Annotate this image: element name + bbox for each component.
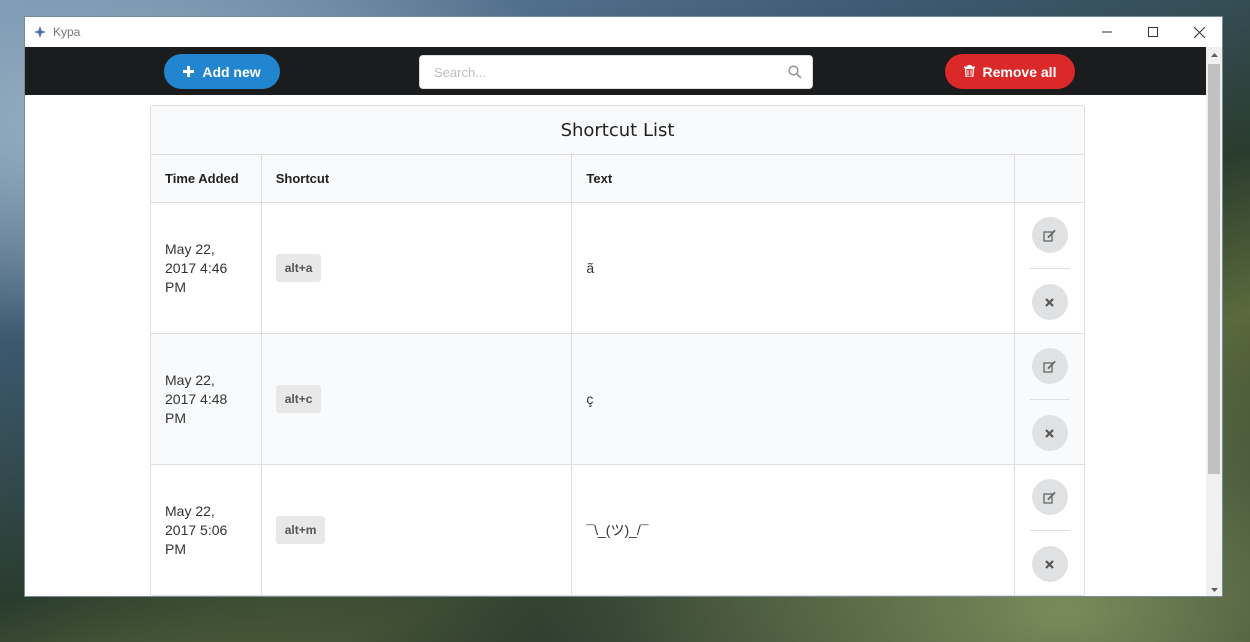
time-line: May 22, xyxy=(165,240,215,257)
minimize-button[interactable] xyxy=(1084,17,1130,47)
shortcut-key-badge: alt+m xyxy=(275,516,326,544)
shortcut-key-badge: alt+a xyxy=(275,254,322,282)
window-title: Kypa xyxy=(53,25,81,39)
close-window-button[interactable] xyxy=(1176,17,1222,47)
main-content: Add new Remove all Shortcut List xyxy=(25,47,1207,596)
time-cell: May 22, 2017 4:46 PM xyxy=(151,202,262,334)
column-header-shortcut[interactable]: Shortcut xyxy=(261,155,573,203)
minimize-icon xyxy=(1102,31,1112,33)
time-line: May 22, xyxy=(165,502,215,519)
vertical-scrollbar[interactable] xyxy=(1206,47,1222,596)
search-input[interactable] xyxy=(432,56,776,88)
close-icon xyxy=(1045,428,1054,438)
time-line: PM xyxy=(165,540,186,557)
time-cell: May 22, 2017 4:48 PM xyxy=(151,333,262,465)
edit-button[interactable] xyxy=(1031,217,1068,253)
app-window: Kypa Add new Search... Remove all Shortc… xyxy=(24,16,1223,597)
shortcut-key-badge: alt+c xyxy=(275,385,322,413)
time-line: May 22, xyxy=(165,371,215,388)
column-header-time-added[interactable]: Time Added xyxy=(151,155,262,203)
delete-button[interactable] xyxy=(1031,284,1068,320)
add-new-label: Add new xyxy=(202,63,261,80)
window-controls xyxy=(1084,17,1222,47)
close-icon xyxy=(1045,297,1054,307)
time-line: 2017 5:06 xyxy=(165,521,228,538)
action-divider xyxy=(1029,399,1070,400)
table-row: May 22, 2017 4:48 PM alt+c ç xyxy=(151,333,1084,465)
delete-button[interactable] xyxy=(1031,415,1068,451)
title-bar[interactable]: Kypa xyxy=(25,17,1222,47)
shortcut-cell: alt+m xyxy=(261,464,573,596)
action-divider xyxy=(1029,268,1070,269)
scroll-down-arrow[interactable] xyxy=(1206,582,1222,596)
delete-button[interactable] xyxy=(1031,546,1068,582)
maximize-button[interactable] xyxy=(1130,17,1176,47)
add-new-button[interactable]: Add new xyxy=(164,54,280,89)
time-line: 2017 4:48 xyxy=(165,390,228,407)
scrollbar-thumb[interactable] xyxy=(1208,64,1220,474)
edit-icon xyxy=(1043,229,1056,242)
edit-icon xyxy=(1043,360,1056,373)
time-line: PM xyxy=(165,278,186,295)
shortcut-cell: alt+c xyxy=(261,333,573,465)
chevron-down-icon xyxy=(1210,588,1218,592)
toolbar: Add new Remove all xyxy=(25,47,1207,95)
remove-all-label: Remove all xyxy=(982,63,1057,80)
text-cell: ¯\_(ツ)_/¯ xyxy=(571,464,1016,596)
edit-button[interactable] xyxy=(1031,479,1068,515)
shortcut-table: Shortcut List Time Added Shortcut Text M… xyxy=(150,105,1085,596)
edit-icon xyxy=(1043,491,1056,504)
time-line: PM xyxy=(165,409,186,426)
table-header-row: Time Added Shortcut Text xyxy=(151,155,1084,203)
table-title: Shortcut List xyxy=(151,106,1084,155)
column-header-text[interactable]: Text xyxy=(571,155,1016,203)
actions-cell xyxy=(1014,202,1084,334)
table-row: May 22, 2017 4:46 PM alt+a ã xyxy=(151,202,1084,334)
plus-icon xyxy=(183,64,195,80)
trash-icon xyxy=(963,64,975,80)
actions-cell xyxy=(1014,464,1084,596)
time-line: 2017 4:46 xyxy=(165,259,228,276)
search-box xyxy=(419,55,813,89)
kypa-logo-icon xyxy=(33,25,47,39)
column-header-actions xyxy=(1014,155,1084,203)
edit-button[interactable] xyxy=(1031,348,1068,384)
maximize-icon xyxy=(1148,27,1158,37)
remove-all-button[interactable]: Remove all xyxy=(945,54,1075,89)
scroll-up-arrow[interactable] xyxy=(1206,47,1222,63)
table-row: May 22, 2017 5:06 PM alt+m ¯\_(ツ)_/¯ xyxy=(151,464,1084,596)
action-divider xyxy=(1029,530,1070,531)
text-cell: ã xyxy=(571,202,1016,334)
search-icon[interactable] xyxy=(788,65,802,84)
shortcut-cell: alt+a xyxy=(261,202,573,334)
close-window-icon xyxy=(1193,26,1205,38)
text-cell: ç xyxy=(571,333,1016,465)
actions-cell xyxy=(1014,333,1084,465)
chevron-up-icon xyxy=(1210,53,1218,57)
close-icon xyxy=(1045,559,1054,569)
time-cell: May 22, 2017 5:06 PM xyxy=(151,464,262,596)
